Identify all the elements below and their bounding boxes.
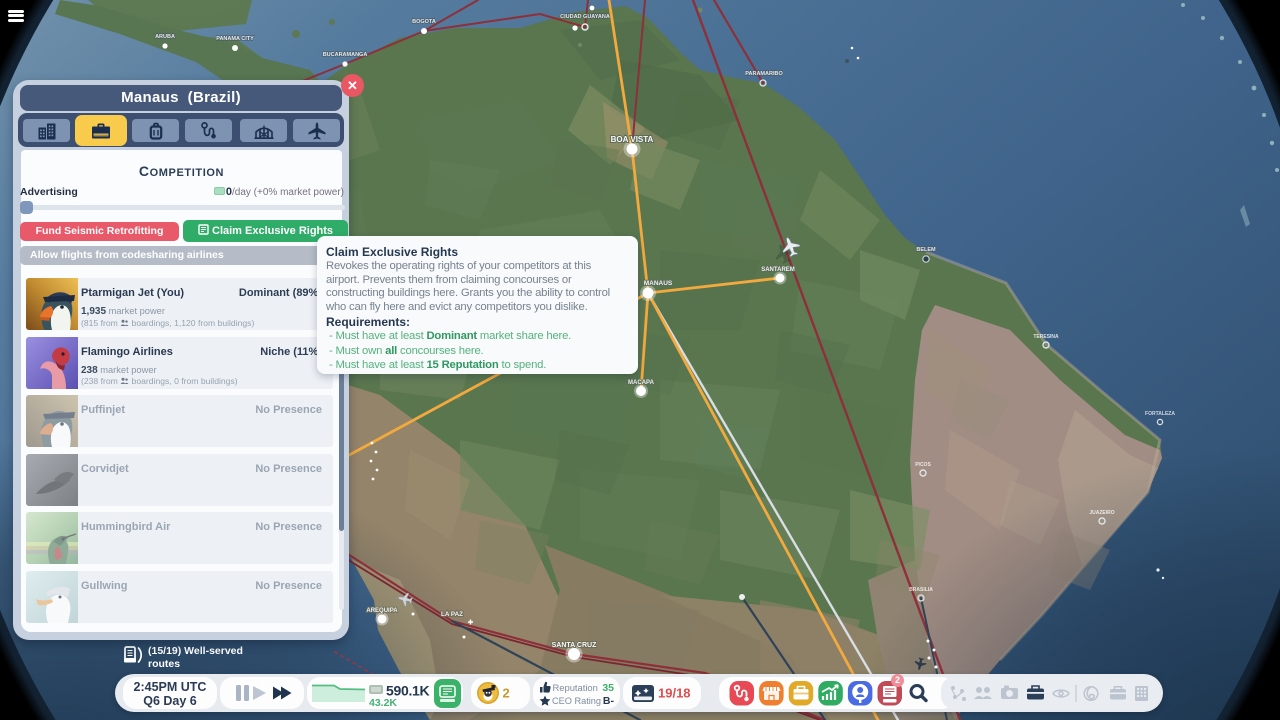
svg-text:35: 35 — [602, 682, 614, 694]
svg-text:BOA VISTA: BOA VISTA — [611, 135, 654, 144]
svg-text:Reputation: Reputation — [553, 682, 598, 693]
svg-text:SANTA CRUZ: SANTA CRUZ — [552, 642, 597, 649]
svg-text:PANAMA CITY: PANAMA CITY — [216, 36, 254, 42]
svg-text:MANAUS: MANAUS — [644, 280, 673, 287]
svg-text:2: 2 — [503, 686, 510, 701]
svg-text:19/18: 19/18 — [658, 686, 691, 701]
svg-text:FORTALEZA: FORTALEZA — [1145, 411, 1175, 417]
svg-text:BELEM: BELEM — [916, 247, 936, 253]
svg-text:BUCARAMANGA: BUCARAMANGA — [323, 52, 368, 58]
svg-text:43.2K: 43.2K — [369, 697, 397, 709]
svg-text:BRASILIA: BRASILIA — [909, 587, 933, 593]
svg-text:SANTAREM: SANTAREM — [761, 267, 795, 273]
svg-text:PICOS: PICOS — [915, 462, 931, 468]
svg-text:MACAPA: MACAPA — [628, 380, 655, 386]
svg-text:B-: B- — [603, 695, 615, 707]
svg-text:ARUBA: ARUBA — [155, 34, 175, 40]
svg-text:PARAMARIBO: PARAMARIBO — [745, 71, 783, 77]
svg-text:AREQUIPA: AREQUIPA — [366, 608, 398, 614]
svg-text:JUAZEIRO: JUAZEIRO — [1089, 510, 1114, 516]
svg-text:CIUDAD GUAYANA: CIUDAD GUAYANA — [560, 14, 610, 20]
svg-text:LA PAZ: LA PAZ — [441, 611, 463, 618]
svg-text:BOGOTA: BOGOTA — [412, 19, 436, 25]
svg-text:CEO Rating: CEO Rating — [552, 696, 601, 706]
svg-text:TERESINA: TERESINA — [1033, 334, 1059, 340]
